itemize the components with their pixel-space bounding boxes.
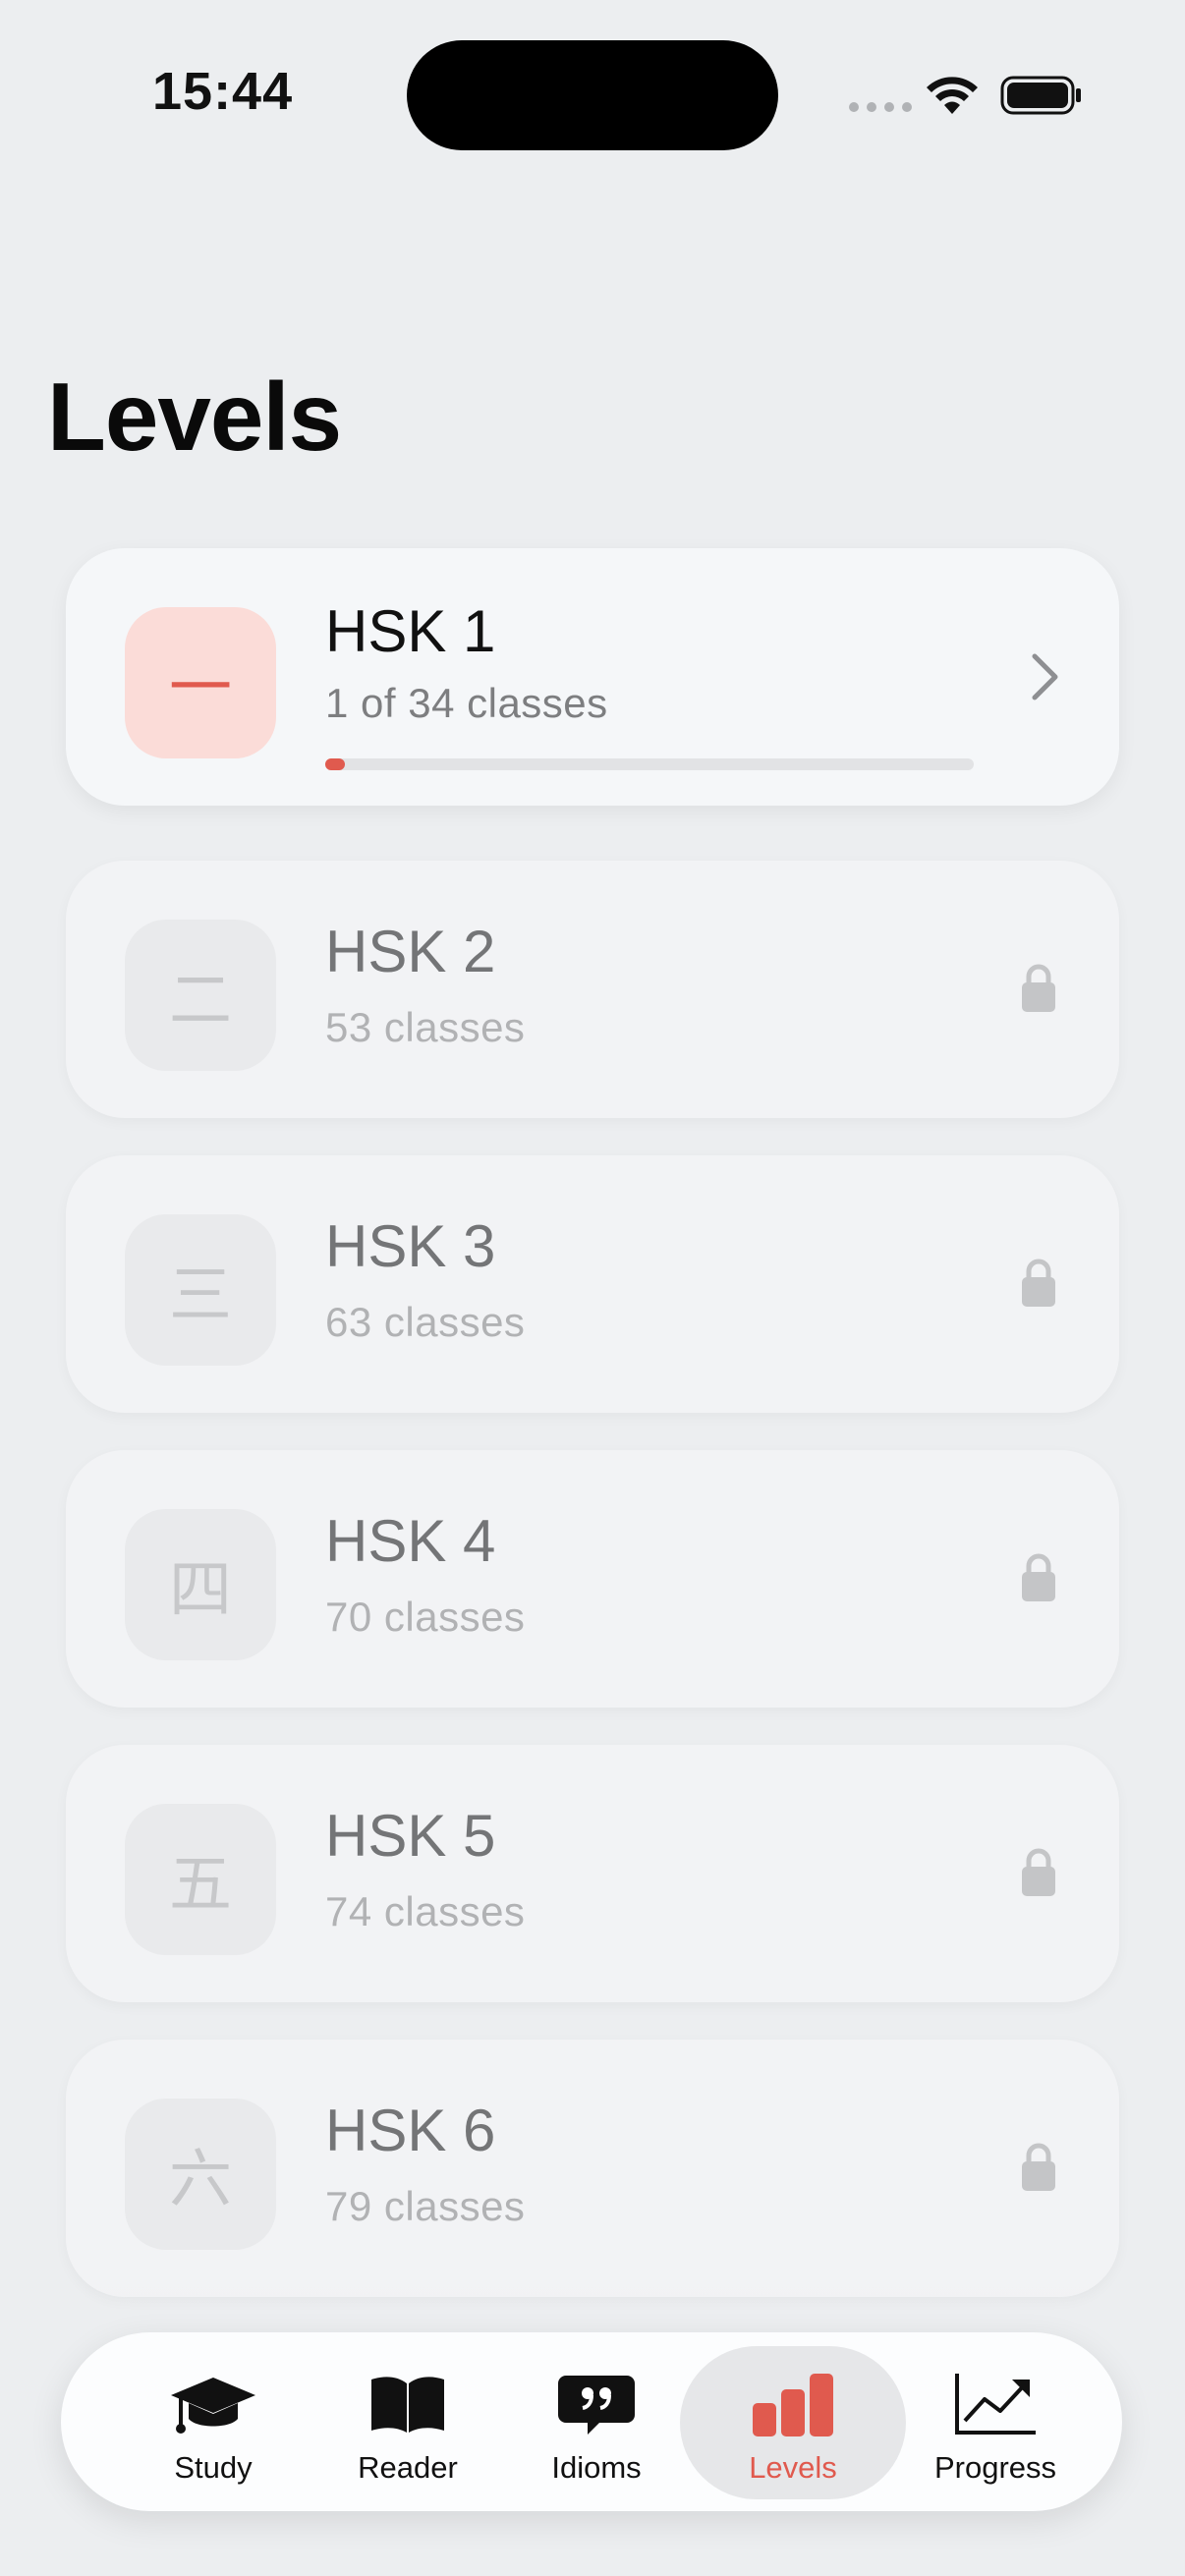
trend-chart-icon <box>955 2374 1036 2435</box>
tab-bar: Study Reader Idioms Levels Progress <box>61 2332 1122 2511</box>
tab-progress[interactable]: Progress <box>882 2346 1108 2499</box>
level-card-hsk-2[interactable]: 二 HSK 2 53 classes <box>66 861 1119 1118</box>
level-subtitle: 70 classes <box>325 1594 526 1640</box>
level-progress-bar <box>325 758 974 770</box>
level-badge: 二 <box>125 920 276 1071</box>
tab-study[interactable]: Study <box>100 2346 326 2499</box>
level-card-hsk-5[interactable]: 五 HSK 5 74 classes <box>66 1745 1119 2002</box>
level-title: HSK 1 <box>325 598 496 664</box>
lock-icon <box>1022 2143 1055 2191</box>
level-card-hsk-3[interactable]: 三 HSK 3 63 classes <box>66 1155 1119 1413</box>
tab-label: Levels <box>749 2450 837 2485</box>
level-title: HSK 3 <box>325 1213 496 1279</box>
level-badge: 三 <box>125 1214 276 1366</box>
book-icon <box>371 2377 444 2433</box>
tab-label: Reader <box>358 2450 458 2485</box>
level-badge: 五 <box>125 1804 276 1955</box>
level-card-hsk-4[interactable]: 四 HSK 4 70 classes <box>66 1450 1119 1708</box>
level-badge: 六 <box>125 2099 276 2250</box>
levels-screen: 15:44 Levels 一 HSK 1 1 of 34 classes 二 H… <box>0 0 1185 2576</box>
bar-chart-icon <box>753 2374 833 2436</box>
tab-label: Idioms <box>551 2450 642 2485</box>
lock-icon <box>1022 1259 1055 1307</box>
battery-icon <box>1000 76 1081 115</box>
tab-idioms[interactable]: Idioms <box>483 2346 709 2499</box>
level-title: HSK 2 <box>325 919 496 984</box>
level-card-hsk-6[interactable]: 六 HSK 6 79 classes <box>66 2040 1119 2297</box>
level-badge: 四 <box>125 1509 276 1660</box>
dynamic-island <box>407 40 778 150</box>
level-badge: 一 <box>125 607 276 758</box>
level-subtitle: 53 classes <box>325 1004 526 1050</box>
tab-label: Progress <box>933 2450 1057 2485</box>
page-title: Levels <box>47 363 342 471</box>
chevron-right-icon <box>1032 653 1058 700</box>
level-title: HSK 5 <box>325 1803 496 1869</box>
tab-label: Study <box>174 2450 253 2485</box>
lock-icon <box>1022 1848 1055 1896</box>
level-title: HSK 4 <box>325 1508 496 1574</box>
level-subtitle: 63 classes <box>325 1299 526 1345</box>
level-card-hsk-1[interactable]: 一 HSK 1 1 of 34 classes <box>66 548 1119 806</box>
cellular-signal-icon <box>849 102 912 112</box>
level-subtitle: 79 classes <box>325 2183 526 2229</box>
lock-icon <box>1022 1553 1055 1601</box>
level-subtitle: 74 classes <box>325 1888 526 1934</box>
wifi-icon <box>927 77 978 114</box>
quote-bubble-icon <box>558 2376 635 2435</box>
level-subtitle: 1 of 34 classes <box>325 680 608 726</box>
lock-icon <box>1022 964 1055 1012</box>
tab-levels[interactable]: Levels <box>680 2346 906 2499</box>
graduation-cap-icon <box>171 2378 255 2434</box>
level-title: HSK 6 <box>325 2098 496 2163</box>
status-time: 15:44 <box>152 62 294 121</box>
level-progress-fill <box>325 758 345 770</box>
